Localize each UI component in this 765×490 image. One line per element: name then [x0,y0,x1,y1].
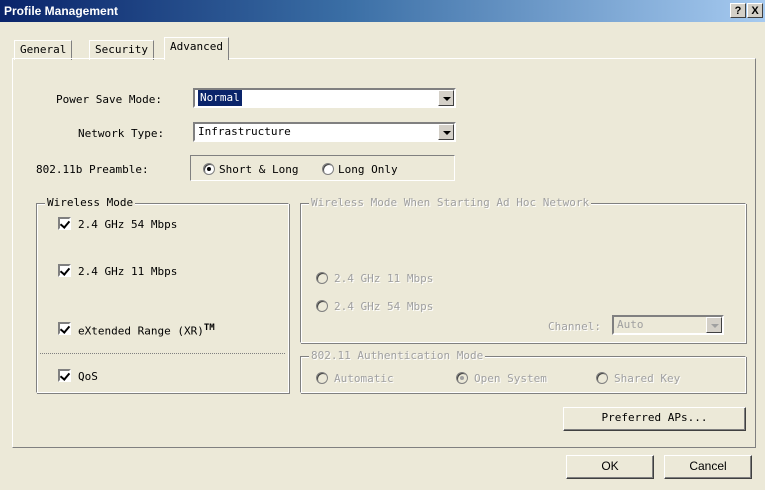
wireless-mode-11-checkbox[interactable] [58,264,71,277]
window-title: Profile Management [4,4,119,18]
auth-automatic-radio[interactable] [316,372,328,384]
preamble-short-long-radio[interactable] [203,163,215,175]
close-button[interactable]: X [747,3,763,18]
tab-security[interactable]: Security [89,40,154,60]
network-type-select[interactable]: Infrastructure [193,122,456,142]
adhoc-11-radio[interactable] [316,272,328,284]
wireless-mode-title: Wireless Mode [45,196,136,209]
channel-label: Channel: [548,320,601,333]
adhoc-mode-title: Wireless Mode When Starting Ad Hoc Netwo… [309,196,592,209]
qos-checkbox[interactable] [58,369,71,382]
ok-button[interactable]: OK [566,455,654,479]
preferred-aps-button[interactable]: Preferred APs... [563,407,746,431]
chevron-down-icon[interactable] [438,90,454,106]
extended-range-label[interactable]: eXtended Range (XR)TM [78,323,215,338]
network-type-value: Infrastructure [198,125,291,138]
title-bar: Profile Management [0,0,765,22]
network-type-label: Network Type: [78,127,165,140]
auth-open-system-radio[interactable] [456,372,468,384]
power-save-mode-select[interactable]: Normal [193,88,456,108]
auth-shared-key-radio[interactable] [596,372,608,384]
group-divider [40,353,285,354]
chevron-down-icon[interactable] [438,124,454,140]
chevron-down-icon[interactable] [706,317,722,333]
wireless-mode-group: Wireless Mode [36,196,289,393]
preamble-long-only-label[interactable]: Long Only [338,163,398,176]
wireless-mode-11-label[interactable]: 2.4 GHz 11 Mbps [78,265,177,278]
extended-range-text: eXtended Range (XR) [78,324,204,338]
preamble-short-long-label[interactable]: Short & Long [219,163,298,176]
qos-label[interactable]: QoS [78,370,98,383]
channel-select[interactable]: Auto [612,315,724,335]
channel-value: Auto [617,318,644,331]
adhoc-54-radio[interactable] [316,300,328,312]
tab-general[interactable]: General [14,40,73,60]
auth-mode-title: 802.11 Authentication Mode [309,349,486,362]
wireless-mode-54-checkbox[interactable] [58,217,71,230]
cancel-button[interactable]: Cancel [664,455,752,479]
tab-advanced[interactable]: Advanced [164,37,229,60]
extended-range-checkbox[interactable] [58,322,71,335]
adhoc-54-label[interactable]: 2.4 GHz 54 Mbps [334,300,433,313]
auth-shared-key-label[interactable]: Shared Key [614,372,680,385]
adhoc-11-label[interactable]: 2.4 GHz 11 Mbps [334,272,433,285]
auth-automatic-label[interactable]: Automatic [334,372,394,385]
help-button[interactable]: ? [730,3,746,18]
trademark-superscript: TM [203,323,215,333]
power-save-mode-value: Normal [198,90,242,106]
power-save-mode-label: Power Save Mode: [56,93,162,106]
preamble-label: 802.11b Preamble: [36,163,149,176]
auth-open-system-label[interactable]: Open System [474,372,547,385]
wireless-mode-54-label[interactable]: 2.4 GHz 54 Mbps [78,218,177,231]
preamble-long-only-radio[interactable] [322,163,334,175]
